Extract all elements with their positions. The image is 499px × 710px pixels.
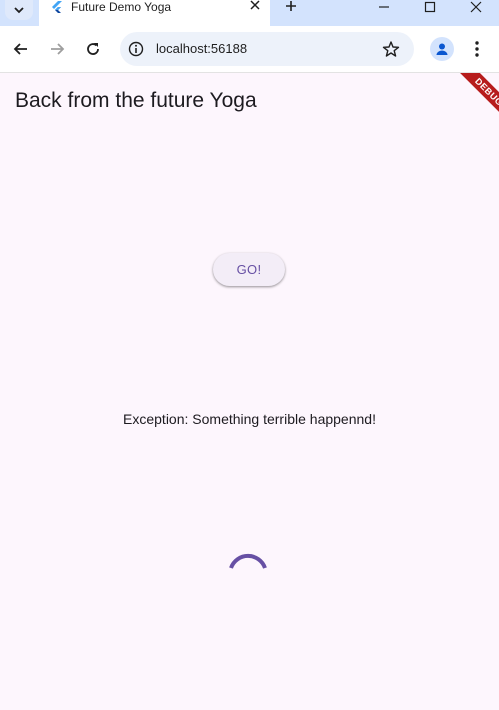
- maximize-icon: [424, 1, 436, 13]
- minimize-button[interactable]: [361, 0, 407, 14]
- browser-menu-button[interactable]: [468, 37, 486, 61]
- address-bar[interactable]: localhost:56188: [120, 32, 414, 66]
- browser-tab-active[interactable]: Future Demo Yoga: [39, 0, 270, 26]
- bookmark-star-icon[interactable]: [382, 40, 400, 58]
- spinner-arc: [229, 553, 267, 569]
- app-content: Back from the future Yoga DEBUG GO! Exce…: [0, 73, 499, 710]
- debug-banner: DEBUG: [439, 73, 499, 133]
- browser-tab-strip: Future Demo Yoga: [0, 0, 499, 26]
- go-button[interactable]: GO!: [213, 253, 285, 286]
- maximize-button[interactable]: [407, 0, 453, 14]
- reload-icon: [87, 43, 99, 55]
- reload-button[interactable]: [81, 37, 105, 61]
- more-vertical-icon: [475, 41, 479, 57]
- tab-title: Future Demo Yoga: [71, 0, 172, 14]
- window-close-button[interactable]: [453, 0, 499, 14]
- loading-spinner: [229, 553, 267, 569]
- flutter-icon: [52, 1, 62, 13]
- minimize-icon: [379, 6, 389, 8]
- profile-avatar-button[interactable]: [430, 37, 454, 61]
- app-title: Back from the future Yoga: [15, 89, 257, 112]
- url-text[interactable]: localhost:56188: [156, 41, 247, 57]
- arrow-right-icon: [51, 43, 65, 55]
- tab-search-button[interactable]: [5, 0, 33, 20]
- browser-toolbar: localhost:56188: [0, 26, 499, 73]
- avatar-icon: [436, 43, 448, 55]
- exception-message: Exception: Something terrible happennd!: [123, 411, 376, 427]
- debug-banner-label: DEBUG: [445, 73, 499, 133]
- close-icon[interactable]: [248, 0, 262, 14]
- new-tab-plus-icon[interactable]: [283, 0, 299, 14]
- close-icon: [470, 1, 482, 13]
- back-button[interactable]: [9, 37, 33, 61]
- info-icon[interactable]: [128, 41, 144, 57]
- arrow-left-icon: [13, 43, 27, 55]
- chevron-down-icon: [14, 7, 24, 14]
- forward-button[interactable]: [45, 37, 69, 61]
